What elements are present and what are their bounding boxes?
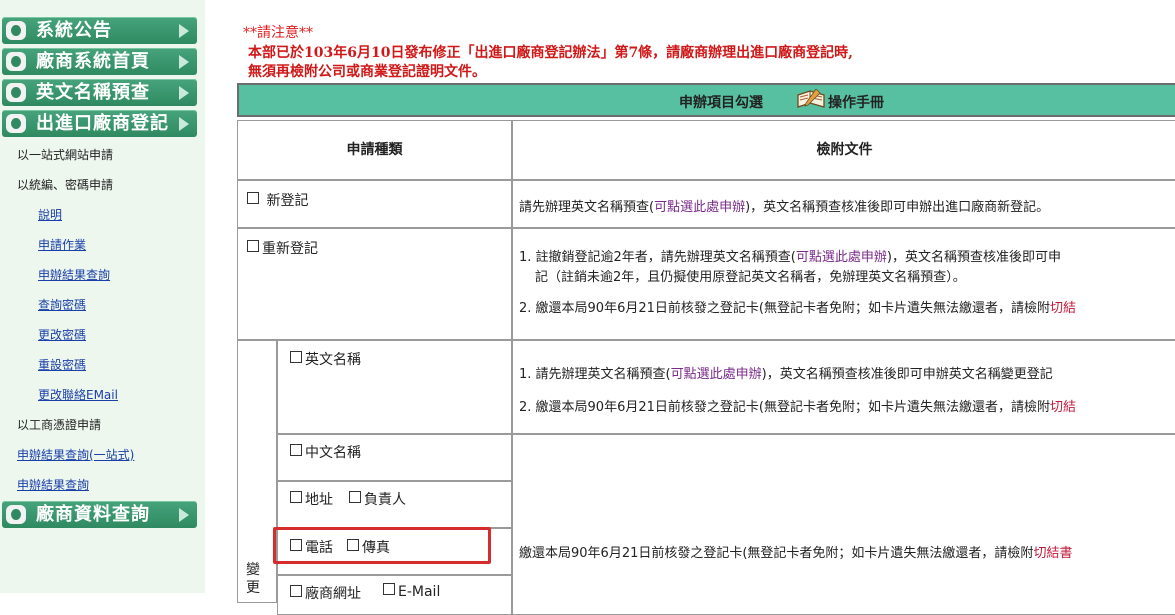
registration-icon [6,114,26,133]
menu-vendor-home-button[interactable]: 廠商系統首頁 [2,48,197,75]
address-option[interactable]: 地址 [290,489,333,509]
website-option[interactable]: 廠商網址 [290,583,361,603]
notice-line-2: 無須再檢附公司或商業登記證明文件。 [248,64,486,80]
highlight-box [273,527,491,564]
row-new-registration: 新登記 [237,180,512,228]
menu-import-export-registration-button[interactable]: 出進口廠商登記 [2,110,197,137]
sidebar-link-result-query-one-stop[interactable]: 申辦結果查詢(一站式) [17,446,134,463]
sidebar-link-change-password[interactable]: 更改密碼 [38,326,86,343]
row-address-responsible: 地址 負責人 [277,481,512,528]
email-option[interactable]: E-Mail [383,583,440,600]
bulletin-icon [6,21,26,40]
name-check-icon [6,83,26,102]
other-changes-docs: 繳還本局90年6月21日前核發之登記卡(無登記卡者免附；如卡片遺失無法繳還者，請… [512,434,1175,615]
sidebar-link-instructions[interactable]: 說明 [38,206,62,223]
sidebar-item-tax-id-password: 以統編、密碼申請 [17,178,114,192]
new-registration-checkbox[interactable] [247,192,259,204]
re-registration-docs: 1. 註撤銷登記逾2年者，請先辦理英文名稱預查(可點選此處申辦)，英文名稱預查核… [512,228,1175,340]
table-header: 申辦項目勾選 操作手冊 [237,83,1175,117]
sidebar-link-result-query-2[interactable]: 申辦結果查詢 [17,476,89,493]
address-checkbox[interactable] [290,491,302,503]
sidebar-item-one-stop: 以一站式網站申請 [17,148,114,162]
website-checkbox[interactable] [290,585,302,597]
responsible-checkbox[interactable] [349,491,361,503]
change-label: 變更 [246,562,260,596]
sidebar-link-query-password[interactable]: 查詢密碼 [38,296,86,313]
menu-system-bulletin-button[interactable]: 系統公告 [2,17,197,44]
sidebar-item-business-certificate: 以工商憑證申請 [17,418,102,432]
responsible-option[interactable]: 負責人 [349,489,406,509]
re-registration-checkbox[interactable] [247,240,259,252]
table-header-title: 申辦項目勾選 [679,95,763,111]
sidebar-link-application[interactable]: 申請作業 [38,236,86,253]
play-arrow-icon [179,86,189,100]
sidebar: 系統公告 廠商系統首頁 英文名稱預查 出進口廠商登記 以一站式網站申請 以統編、… [0,0,205,593]
notice-heading: **請注意** [243,25,313,41]
email-checkbox[interactable] [383,583,395,595]
column-header-documents: 檢附文件 [512,120,1175,180]
row-re-registration: 重新登記 [237,228,512,340]
re-registration-apply-link[interactable]: 可點選此處申辦 [796,250,887,265]
search-icon [6,505,26,524]
english-name-apply-link[interactable]: 可點選此處申辦 [671,367,762,382]
new-registration-option[interactable]: 新登記 [247,190,308,210]
chinese-name-option[interactable]: 中文名稱 [290,442,361,462]
book-icon [797,89,825,108]
sidebar-link-result-query[interactable]: 申辦結果查詢 [38,266,110,283]
play-arrow-icon [179,55,189,69]
change-group-label-cell: 變更 [237,340,277,603]
chinese-name-checkbox[interactable] [290,444,302,456]
operation-manual-link[interactable]: 操作手冊 [828,92,884,112]
menu-vendor-data-query-button[interactable]: 廠商資料查詢 [2,501,197,528]
row-chinese-name: 中文名稱 [277,434,512,481]
english-name-checkbox[interactable] [290,351,302,363]
home-icon [6,52,26,71]
row-english-name: 英文名稱 [277,340,512,434]
sidebar-link-change-email[interactable]: 更改聯絡EMail [38,386,118,403]
sidebar-link-reset-password[interactable]: 重設密碼 [38,356,86,373]
re-registration-option[interactable]: 重新登記 [247,238,318,258]
play-arrow-icon [179,117,189,131]
play-arrow-icon [179,508,189,522]
play-arrow-icon [179,24,189,38]
english-name-option[interactable]: 英文名稱 [290,349,361,369]
notice-line-1: 本部已於103年6月10日發布修正「出進口廠商登記辦法」第7條，請廠商辦理出進口… [248,45,854,61]
english-name-docs: 1. 請先辦理英文名稱預查(可點選此處申辦)，英文名稱預查核准後即可申辦英文名稱… [512,340,1175,434]
new-registration-docs: 請先辦理英文名稱預查(可點選此處申辦)，英文名稱預查核准後即可申辦出進口廠商新登… [512,180,1175,228]
column-header-type: 申請種類 [237,120,512,180]
menu-english-name-check-button[interactable]: 英文名稱預查 [2,79,197,106]
application-table: 申辦項目勾選 操作手冊 申請種類 檢附文件 新登記 請先辦理英文名稱預查(可點選… [237,83,1175,615]
row-website-email: 廠商網址 E-Mail [277,575,512,615]
new-registration-apply-link[interactable]: 可點選此處申辦 [654,200,745,215]
